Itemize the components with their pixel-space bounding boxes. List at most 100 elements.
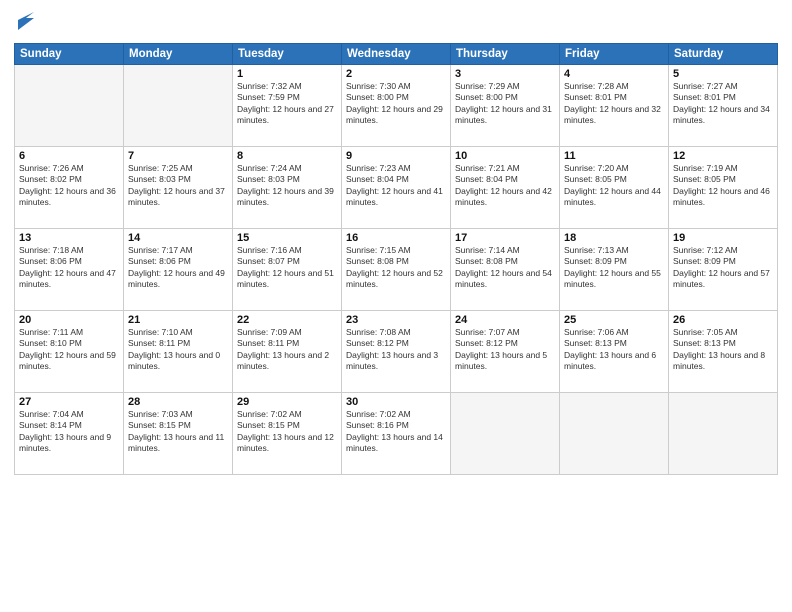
calendar-cell: 26Sunrise: 7:05 AM Sunset: 8:13 PM Dayli… — [669, 311, 778, 393]
calendar-cell: 28Sunrise: 7:03 AM Sunset: 8:15 PM Dayli… — [124, 393, 233, 475]
weekday-header: Wednesday — [342, 44, 451, 65]
calendar-cell: 21Sunrise: 7:10 AM Sunset: 8:11 PM Dayli… — [124, 311, 233, 393]
day-info: Sunrise: 7:17 AM Sunset: 8:06 PM Dayligh… — [128, 245, 228, 291]
calendar-week-row: 1Sunrise: 7:32 AM Sunset: 7:59 PM Daylig… — [15, 65, 778, 147]
day-info: Sunrise: 7:10 AM Sunset: 8:11 PM Dayligh… — [128, 327, 228, 373]
calendar-cell: 18Sunrise: 7:13 AM Sunset: 8:09 PM Dayli… — [560, 229, 669, 311]
calendar-cell: 12Sunrise: 7:19 AM Sunset: 8:05 PM Dayli… — [669, 147, 778, 229]
calendar-cell: 13Sunrise: 7:18 AM Sunset: 8:06 PM Dayli… — [15, 229, 124, 311]
calendar-cell: 5Sunrise: 7:27 AM Sunset: 8:01 PM Daylig… — [669, 65, 778, 147]
calendar-cell: 16Sunrise: 7:15 AM Sunset: 8:08 PM Dayli… — [342, 229, 451, 311]
calendar-week-row: 20Sunrise: 7:11 AM Sunset: 8:10 PM Dayli… — [15, 311, 778, 393]
weekday-header: Thursday — [451, 44, 560, 65]
calendar-table: SundayMondayTuesdayWednesdayThursdayFrid… — [14, 43, 778, 475]
day-info: Sunrise: 7:19 AM Sunset: 8:05 PM Dayligh… — [673, 163, 773, 209]
day-info: Sunrise: 7:30 AM Sunset: 8:00 PM Dayligh… — [346, 81, 446, 127]
day-number: 30 — [346, 396, 446, 408]
weekday-header: Saturday — [669, 44, 778, 65]
day-number: 2 — [346, 68, 446, 80]
day-number: 12 — [673, 150, 773, 162]
day-number: 21 — [128, 314, 228, 326]
day-info: Sunrise: 7:29 AM Sunset: 8:00 PM Dayligh… — [455, 81, 555, 127]
day-info: Sunrise: 7:09 AM Sunset: 8:11 PM Dayligh… — [237, 327, 337, 373]
day-info: Sunrise: 7:28 AM Sunset: 8:01 PM Dayligh… — [564, 81, 664, 127]
day-number: 20 — [19, 314, 119, 326]
day-info: Sunrise: 7:26 AM Sunset: 8:02 PM Dayligh… — [19, 163, 119, 209]
calendar-cell — [15, 65, 124, 147]
day-number: 1 — [237, 68, 337, 80]
day-number: 6 — [19, 150, 119, 162]
day-info: Sunrise: 7:02 AM Sunset: 8:15 PM Dayligh… — [237, 409, 337, 455]
day-info: Sunrise: 7:02 AM Sunset: 8:16 PM Dayligh… — [346, 409, 446, 455]
day-info: Sunrise: 7:20 AM Sunset: 8:05 PM Dayligh… — [564, 163, 664, 209]
day-number: 29 — [237, 396, 337, 408]
calendar-cell: 7Sunrise: 7:25 AM Sunset: 8:03 PM Daylig… — [124, 147, 233, 229]
day-number: 26 — [673, 314, 773, 326]
logo — [14, 10, 34, 37]
day-info: Sunrise: 7:24 AM Sunset: 8:03 PM Dayligh… — [237, 163, 337, 209]
calendar-week-row: 13Sunrise: 7:18 AM Sunset: 8:06 PM Dayli… — [15, 229, 778, 311]
day-number: 28 — [128, 396, 228, 408]
day-number: 15 — [237, 232, 337, 244]
day-number: 25 — [564, 314, 664, 326]
day-number: 7 — [128, 150, 228, 162]
day-number: 16 — [346, 232, 446, 244]
day-number: 8 — [237, 150, 337, 162]
calendar-cell: 15Sunrise: 7:16 AM Sunset: 8:07 PM Dayli… — [233, 229, 342, 311]
day-info: Sunrise: 7:08 AM Sunset: 8:12 PM Dayligh… — [346, 327, 446, 373]
calendar-cell: 27Sunrise: 7:04 AM Sunset: 8:14 PM Dayli… — [15, 393, 124, 475]
day-number: 17 — [455, 232, 555, 244]
calendar-week-row: 6Sunrise: 7:26 AM Sunset: 8:02 PM Daylig… — [15, 147, 778, 229]
day-number: 5 — [673, 68, 773, 80]
day-number: 22 — [237, 314, 337, 326]
day-info: Sunrise: 7:13 AM Sunset: 8:09 PM Dayligh… — [564, 245, 664, 291]
day-info: Sunrise: 7:04 AM Sunset: 8:14 PM Dayligh… — [19, 409, 119, 455]
day-number: 13 — [19, 232, 119, 244]
day-number: 4 — [564, 68, 664, 80]
calendar-cell — [560, 393, 669, 475]
day-info: Sunrise: 7:12 AM Sunset: 8:09 PM Dayligh… — [673, 245, 773, 291]
calendar-cell: 2Sunrise: 7:30 AM Sunset: 8:00 PM Daylig… — [342, 65, 451, 147]
day-info: Sunrise: 7:21 AM Sunset: 8:04 PM Dayligh… — [455, 163, 555, 209]
day-number: 23 — [346, 314, 446, 326]
day-info: Sunrise: 7:18 AM Sunset: 8:06 PM Dayligh… — [19, 245, 119, 291]
page: SundayMondayTuesdayWednesdayThursdayFrid… — [0, 0, 792, 612]
day-info: Sunrise: 7:14 AM Sunset: 8:08 PM Dayligh… — [455, 245, 555, 291]
calendar-cell — [451, 393, 560, 475]
day-info: Sunrise: 7:16 AM Sunset: 8:07 PM Dayligh… — [237, 245, 337, 291]
day-info: Sunrise: 7:07 AM Sunset: 8:12 PM Dayligh… — [455, 327, 555, 373]
day-number: 18 — [564, 232, 664, 244]
day-number: 27 — [19, 396, 119, 408]
calendar-cell: 17Sunrise: 7:14 AM Sunset: 8:08 PM Dayli… — [451, 229, 560, 311]
calendar-cell: 29Sunrise: 7:02 AM Sunset: 8:15 PM Dayli… — [233, 393, 342, 475]
day-number: 3 — [455, 68, 555, 80]
day-info: Sunrise: 7:27 AM Sunset: 8:01 PM Dayligh… — [673, 81, 773, 127]
calendar-cell: 3Sunrise: 7:29 AM Sunset: 8:00 PM Daylig… — [451, 65, 560, 147]
calendar-cell: 1Sunrise: 7:32 AM Sunset: 7:59 PM Daylig… — [233, 65, 342, 147]
day-number: 14 — [128, 232, 228, 244]
calendar-cell: 10Sunrise: 7:21 AM Sunset: 8:04 PM Dayli… — [451, 147, 560, 229]
weekday-header: Sunday — [15, 44, 124, 65]
weekday-header: Friday — [560, 44, 669, 65]
calendar-week-row: 27Sunrise: 7:04 AM Sunset: 8:14 PM Dayli… — [15, 393, 778, 475]
calendar-cell: 4Sunrise: 7:28 AM Sunset: 8:01 PM Daylig… — [560, 65, 669, 147]
calendar-cell: 30Sunrise: 7:02 AM Sunset: 8:16 PM Dayli… — [342, 393, 451, 475]
day-number: 19 — [673, 232, 773, 244]
day-info: Sunrise: 7:03 AM Sunset: 8:15 PM Dayligh… — [128, 409, 228, 455]
calendar-cell — [669, 393, 778, 475]
calendar-cell: 11Sunrise: 7:20 AM Sunset: 8:05 PM Dayli… — [560, 147, 669, 229]
day-info: Sunrise: 7:11 AM Sunset: 8:10 PM Dayligh… — [19, 327, 119, 373]
day-info: Sunrise: 7:06 AM Sunset: 8:13 PM Dayligh… — [564, 327, 664, 373]
calendar-cell — [124, 65, 233, 147]
logo-bird-icon — [16, 10, 34, 32]
header — [14, 10, 778, 37]
day-number: 11 — [564, 150, 664, 162]
day-number: 9 — [346, 150, 446, 162]
calendar-cell: 22Sunrise: 7:09 AM Sunset: 8:11 PM Dayli… — [233, 311, 342, 393]
calendar-cell: 8Sunrise: 7:24 AM Sunset: 8:03 PM Daylig… — [233, 147, 342, 229]
day-info: Sunrise: 7:25 AM Sunset: 8:03 PM Dayligh… — [128, 163, 228, 209]
weekday-header: Tuesday — [233, 44, 342, 65]
calendar-cell: 19Sunrise: 7:12 AM Sunset: 8:09 PM Dayli… — [669, 229, 778, 311]
day-info: Sunrise: 7:15 AM Sunset: 8:08 PM Dayligh… — [346, 245, 446, 291]
calendar-cell: 24Sunrise: 7:07 AM Sunset: 8:12 PM Dayli… — [451, 311, 560, 393]
